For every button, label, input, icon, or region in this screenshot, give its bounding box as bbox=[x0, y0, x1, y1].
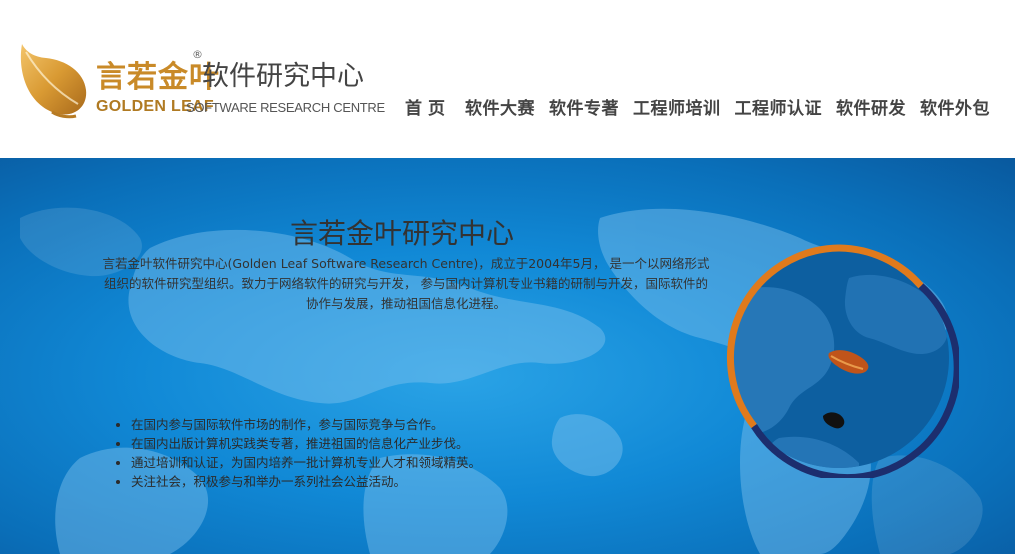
nav-item-contest[interactable]: 软件大赛 bbox=[458, 94, 542, 119]
list-item: 通过培训和认证，为国内培养一批计算机专业人才和领域精英。 bbox=[131, 453, 481, 472]
brand-subtitle-cn: 软件研究中心 bbox=[202, 61, 364, 92]
feature-list: 在国内参与国际软件市场的制作，参与国际竞争与合作。 在国内出版计算机实践类专著，… bbox=[113, 415, 481, 491]
globe-map-icon bbox=[727, 244, 959, 478]
golden-leaf-icon bbox=[20, 44, 87, 119]
site-logo[interactable]: 言若金叶 ® 软件研究中心 GOLDEN LEAF SOFTWARE RESEA… bbox=[16, 38, 385, 122]
nav-item-certification[interactable]: 工程师认证 bbox=[728, 94, 830, 119]
nav-item-home[interactable]: 首页 bbox=[398, 94, 458, 119]
nav-item-training[interactable]: 工程师培训 bbox=[626, 94, 728, 119]
main-nav: 首页 软件大赛 软件专著 工程师培训 工程师认证 软件研发 软件外包 bbox=[398, 94, 997, 119]
list-item: 在国内出版计算机实践类专著，推进祖国的信息化产业步伐。 bbox=[131, 434, 481, 453]
banner-title: 言若金叶研究中心 bbox=[290, 217, 515, 250]
banner-intro: 言若金叶软件研究中心(Golden Leaf Software Research… bbox=[102, 256, 710, 311]
brand-subtitle-en: SOFTWARE RESEARCH CENTRE bbox=[186, 100, 385, 115]
hero-banner: 言若金叶研究中心 言若金叶软件研究中心(Golden Leaf Software… bbox=[0, 158, 1015, 554]
list-item: 关注社会，积极参与和举办一系列社会公益活动。 bbox=[131, 472, 481, 491]
nav-item-books[interactable]: 软件专著 bbox=[542, 94, 626, 119]
list-item: 在国内参与国际软件市场的制作，参与国际竞争与合作。 bbox=[131, 415, 481, 434]
site-header: 言若金叶 ® 软件研究中心 GOLDEN LEAF SOFTWARE RESEA… bbox=[0, 0, 1015, 158]
nav-item-development[interactable]: 软件研发 bbox=[829, 94, 913, 119]
nav-item-outsourcing[interactable]: 软件外包 bbox=[913, 94, 997, 119]
